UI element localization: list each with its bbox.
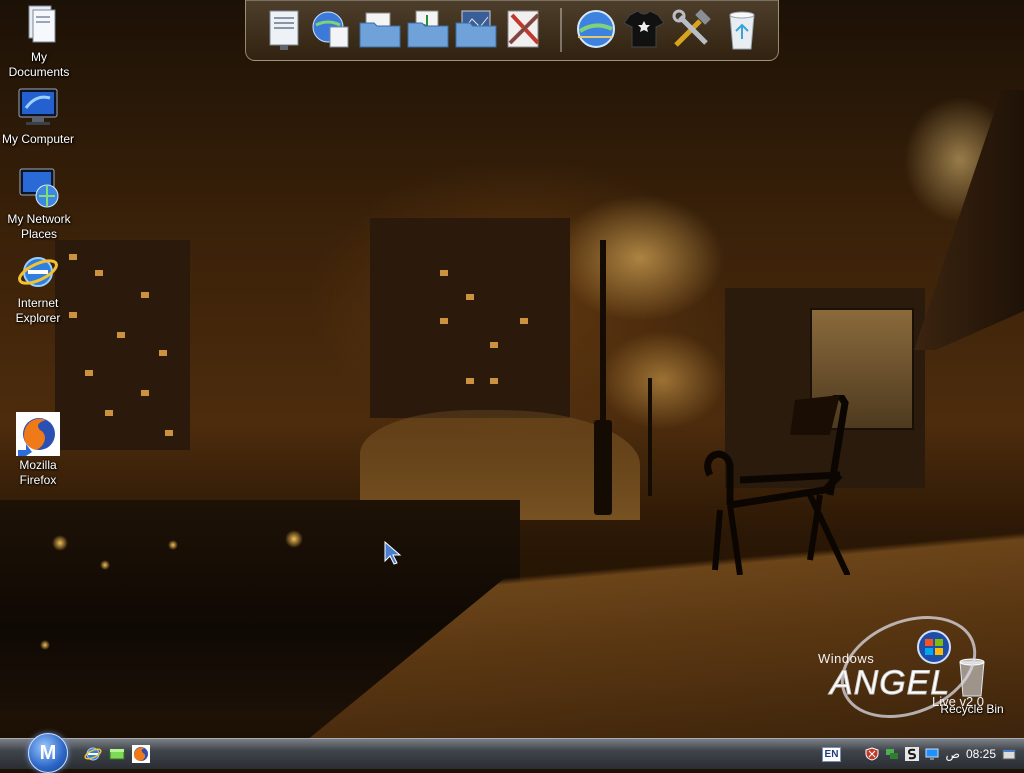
desktop-icon-label: Mozilla Firefox bbox=[19, 458, 57, 487]
shield-icon[interactable] bbox=[865, 747, 879, 761]
ie-icon[interactable] bbox=[84, 745, 102, 763]
firefox-icon bbox=[16, 412, 60, 456]
desktop-icon-label: My Documents bbox=[8, 50, 70, 79]
dock-recycle-bin-icon[interactable] bbox=[720, 7, 764, 51]
dock-separator bbox=[560, 8, 562, 52]
lamp-post bbox=[594, 420, 612, 515]
mouse-cursor-icon bbox=[384, 541, 402, 565]
desktop-icon-label: My Network Places bbox=[7, 212, 71, 241]
dock-globe-network-icon[interactable] bbox=[574, 7, 618, 51]
dock-folder-icon[interactable] bbox=[358, 7, 402, 51]
desktop-icon-label: Internet Explorer bbox=[15, 296, 61, 325]
ie-icon bbox=[16, 250, 60, 294]
branding-version: Live v2.0 bbox=[932, 694, 985, 709]
park-bench bbox=[704, 395, 850, 575]
dock-music-folder-icon[interactable] bbox=[406, 7, 450, 51]
dock-pictures-folder-icon[interactable] bbox=[454, 7, 498, 51]
start-button-label: M bbox=[39, 741, 57, 764]
dock-tools-icon[interactable] bbox=[502, 7, 546, 51]
desktop-icon-my-documents[interactable]: My Documents bbox=[1, 4, 77, 80]
network-icon bbox=[17, 166, 61, 210]
windows-logo-icon bbox=[917, 630, 951, 664]
firefox-icon[interactable] bbox=[132, 745, 150, 763]
building-center bbox=[370, 218, 570, 418]
desktop-icon-internet-explorer[interactable]: Internet Explorer bbox=[0, 250, 76, 326]
system-tray: EN ص 08:25 bbox=[821, 739, 1024, 769]
desktop-icon-my-network-places[interactable]: My Network Places bbox=[1, 166, 77, 242]
network-status-icon[interactable] bbox=[885, 747, 899, 761]
s-app-icon[interactable] bbox=[905, 747, 920, 761]
clock-ampm: ص bbox=[945, 747, 960, 761]
clock-time[interactable]: 08:25 bbox=[966, 747, 996, 761]
bridge bbox=[914, 90, 1024, 350]
documents-icon bbox=[17, 4, 61, 48]
desktop-icon-label: My Computer bbox=[1, 132, 75, 146]
language-indicator[interactable]: EN bbox=[821, 746, 842, 762]
dock-globe-document-icon[interactable] bbox=[308, 7, 352, 51]
windows-angel-branding: Windows ANGEL Live v2.0 bbox=[818, 597, 1018, 737]
top-dock bbox=[245, 0, 779, 61]
dock-tshirt-icon[interactable] bbox=[622, 7, 666, 51]
monitor-icon[interactable] bbox=[925, 747, 939, 761]
show-desktop-tray-icon[interactable] bbox=[1002, 747, 1016, 761]
start-button[interactable]: M bbox=[28, 733, 68, 773]
taskbar: M EN ص 08:25 bbox=[0, 733, 1024, 773]
desktop-icon-my-computer[interactable]: My Computer bbox=[0, 86, 76, 147]
computer-icon bbox=[16, 86, 60, 130]
dock-hammer-wrench-icon[interactable] bbox=[670, 7, 714, 51]
lamp-post bbox=[648, 378, 652, 496]
dock-document-icon[interactable] bbox=[262, 7, 306, 51]
show-desktop-icon[interactable] bbox=[108, 745, 126, 763]
desktop-icon-mozilla-firefox[interactable]: Mozilla Firefox bbox=[0, 412, 76, 488]
